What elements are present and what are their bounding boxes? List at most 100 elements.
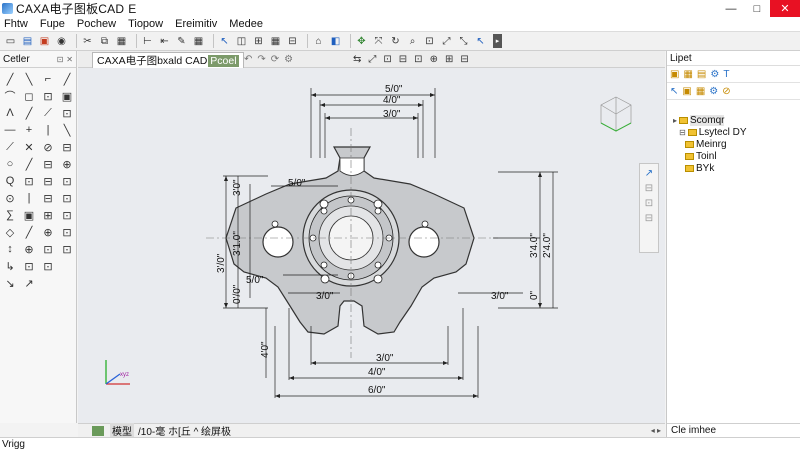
zoom-icon[interactable]: ⌕ bbox=[406, 35, 419, 48]
folder-open-icon[interactable]: ▤ bbox=[697, 69, 706, 80]
view-tool-icon[interactable]: ⊕ bbox=[430, 54, 438, 65]
draw-tool-icon[interactable]: ⊡ bbox=[59, 190, 75, 206]
draw-tool-icon[interactable]: ↗ bbox=[21, 275, 37, 291]
line-tool-icon[interactable]: ⊢ bbox=[141, 35, 154, 48]
draw-tool-icon[interactable]: ↕ bbox=[2, 241, 18, 257]
draw-tool-icon[interactable]: | bbox=[40, 122, 56, 138]
rotate-icon[interactable]: ↻ bbox=[389, 35, 402, 48]
maximize-button[interactable]: □ bbox=[744, 0, 770, 17]
zoom-window-icon[interactable]: ⊡ bbox=[423, 35, 436, 48]
view-tool-icon[interactable]: ⇆ bbox=[353, 54, 361, 65]
draw-tool-icon[interactable]: | bbox=[21, 190, 37, 206]
draw-tool-icon[interactable]: ⊟ bbox=[40, 173, 56, 189]
draw-tool-icon[interactable]: ⊘ bbox=[40, 139, 56, 155]
draw-tool-icon[interactable]: ╲ bbox=[21, 71, 37, 87]
undo-icon[interactable]: ↶ bbox=[244, 54, 252, 65]
open-file-icon[interactable]: ▤ bbox=[21, 35, 34, 48]
draw-tool-icon[interactable]: ⊡ bbox=[21, 258, 37, 274]
save-icon[interactable]: ▣ bbox=[38, 35, 51, 48]
menu-item-edit[interactable]: Fupe bbox=[40, 18, 65, 30]
move-icon[interactable]: ⤧ bbox=[372, 35, 385, 48]
copy-icon[interactable]: ⧉ bbox=[98, 35, 111, 48]
dimension-icon[interactable]: ⇤ bbox=[158, 35, 171, 48]
draw-tool-icon[interactable]: ▣ bbox=[21, 207, 37, 223]
layer-props-icon[interactable]: ⚙ bbox=[709, 86, 718, 97]
layer-folder-icon[interactable]: ▣ bbox=[682, 86, 691, 97]
draw-tool-icon[interactable]: ⊡ bbox=[59, 207, 75, 223]
home-icon[interactable]: ⌂ bbox=[312, 35, 325, 48]
draw-tool-icon[interactable]: ⌐ bbox=[40, 71, 56, 87]
model-tab[interactable]: 模型 bbox=[110, 423, 134, 438]
grid-icon[interactable]: ▦ bbox=[269, 35, 282, 48]
draw-tool-icon[interactable]: Q bbox=[2, 173, 18, 189]
layer-icon[interactable]: ◫ bbox=[235, 35, 248, 48]
view-tool-icon[interactable]: ⊟ bbox=[460, 54, 468, 65]
draw-tool-icon[interactable]: ⊕ bbox=[59, 156, 75, 172]
draw-tool-icon[interactable]: ▣ bbox=[59, 88, 75, 104]
settings-gear-icon[interactable]: ⚙ bbox=[710, 69, 719, 80]
draw-tool-icon[interactable]: ○ bbox=[2, 156, 18, 172]
redo-icon[interactable]: ↷ bbox=[257, 54, 265, 65]
view-tool-icon[interactable]: ⊡ bbox=[414, 54, 422, 65]
edit-icon[interactable]: ✎ bbox=[175, 35, 188, 48]
panel-close-icon[interactable]: ✕ bbox=[66, 55, 73, 64]
draw-tool-icon[interactable]: ⊟ bbox=[40, 190, 56, 206]
draw-tool-icon[interactable]: ╱ bbox=[21, 105, 37, 121]
layer-copy-icon[interactable]: ▦ bbox=[696, 86, 705, 97]
view-icon[interactable]: ◧ bbox=[329, 35, 342, 48]
draw-tool-icon[interactable]: ⟋ bbox=[40, 105, 56, 121]
tree-node[interactable]: ▸ Scomqr bbox=[667, 114, 800, 126]
draw-tool-icon[interactable]: ╱ bbox=[2, 71, 18, 87]
pan-icon[interactable]: ✥ bbox=[355, 35, 368, 48]
tree-node[interactable]: Meinrg bbox=[667, 138, 800, 150]
draw-tool-icon[interactable]: ⊡ bbox=[59, 224, 75, 240]
drawing-canvas[interactable]: 5/0" 4/0" 3/0" 3/0" 4/0" 6/0" 5/0" 5/0" … bbox=[78, 68, 665, 423]
pick-icon[interactable]: ↖ bbox=[474, 35, 487, 48]
draw-tool-icon[interactable]: ⊕ bbox=[21, 241, 37, 257]
draw-tool-icon[interactable]: ↳ bbox=[2, 258, 18, 274]
draw-tool-icon[interactable]: ↘ bbox=[2, 275, 18, 291]
draw-tool-icon[interactable]: ⊡ bbox=[59, 105, 75, 121]
draw-tool-icon[interactable]: + bbox=[21, 122, 37, 138]
block-icon[interactable]: ⊟ bbox=[286, 35, 299, 48]
draw-tool-icon[interactable]: ⊟ bbox=[59, 139, 75, 155]
collapse-icon[interactable]: ▸ bbox=[673, 116, 677, 125]
draw-tool-icon[interactable]: ⊙ bbox=[2, 190, 18, 206]
close-button[interactable]: ✕ bbox=[770, 0, 800, 17]
draw-tool-icon[interactable]: ∑ bbox=[2, 207, 18, 223]
layer-link-icon[interactable]: ⊘ bbox=[722, 86, 730, 97]
draw-tool-icon[interactable]: ◇ bbox=[2, 224, 18, 240]
tree-node[interactable]: BYk bbox=[667, 162, 800, 174]
attribute-icon[interactable]: ⊞ bbox=[252, 35, 265, 48]
menu-item-tools[interactable]: Ereimitiv bbox=[175, 18, 217, 30]
tree-node[interactable]: Toinl bbox=[667, 150, 800, 162]
draw-tool-icon[interactable]: ╱ bbox=[21, 224, 37, 240]
menu-item-window[interactable]: Medee bbox=[229, 18, 263, 30]
paste-icon[interactable]: ▦ bbox=[115, 35, 128, 48]
draw-tool-icon[interactable]: ⊡ bbox=[40, 241, 56, 257]
arrow-icon[interactable]: ↖ bbox=[670, 86, 678, 97]
draw-tool-icon[interactable]: — bbox=[2, 122, 18, 138]
draw-tool-icon[interactable]: ⊡ bbox=[40, 258, 56, 274]
document-tab[interactable]: CAXA电子图bxald CAD Pcoel bbox=[92, 52, 244, 68]
snap-polar-icon[interactable]: ⊟ bbox=[645, 213, 653, 224]
new-file-icon[interactable]: ▭ bbox=[4, 35, 17, 48]
zoom-extents-icon[interactable]: ⤢ bbox=[440, 35, 453, 48]
view-tool-icon[interactable]: ⊡ bbox=[383, 54, 391, 65]
draw-tool-icon[interactable]: ⟋ bbox=[2, 139, 18, 155]
draw-tool-icon[interactable]: ◻ bbox=[21, 88, 37, 104]
print-icon[interactable]: ◉ bbox=[55, 35, 68, 48]
menu-item-format[interactable]: Tiopow bbox=[128, 18, 163, 30]
draw-tool-icon[interactable]: ⊕ bbox=[40, 224, 56, 240]
refresh-icon[interactable]: ⟳ bbox=[271, 54, 279, 65]
draw-tool-icon[interactable]: ╱ bbox=[59, 71, 75, 87]
table-icon[interactable]: ▦ bbox=[192, 35, 205, 48]
minimize-button[interactable]: — bbox=[718, 0, 744, 17]
draw-tool-icon[interactable]: Λ bbox=[2, 105, 18, 121]
draw-tool-icon[interactable]: ⊡ bbox=[40, 88, 56, 104]
view-tool-icon[interactable]: ⊞ bbox=[445, 54, 453, 65]
cut-icon[interactable]: ✂ bbox=[81, 35, 94, 48]
snap-on-icon[interactable]: ↗ bbox=[645, 168, 653, 179]
snap-ortho-icon[interactable]: ⊟ bbox=[645, 183, 653, 194]
draw-tool-icon[interactable]: ⊞ bbox=[40, 207, 56, 223]
